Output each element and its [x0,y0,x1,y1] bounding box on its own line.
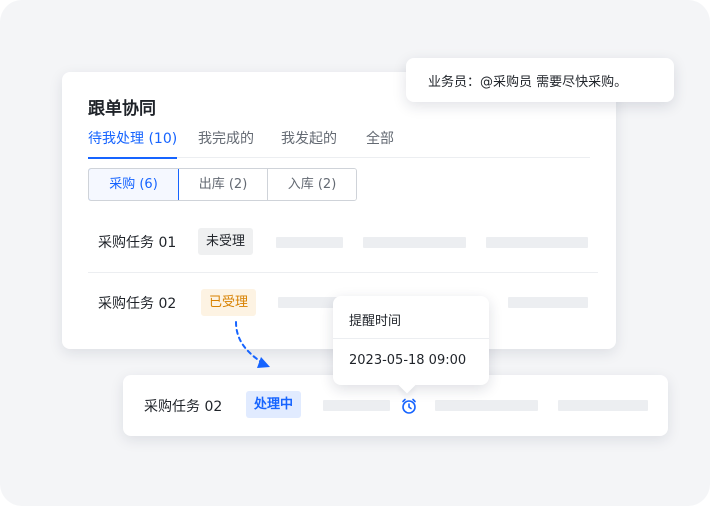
placeholder-bar [558,400,648,411]
tab-pending[interactable]: 待我处理 (10) [88,130,178,159]
task-name: 采购任务 02 [98,296,177,312]
message-text: 业务员：@采购员 需要尽快采购。 [428,75,628,90]
tab-bar: 待我处理 (10) 我完成的 我发起的 全部 [88,130,590,159]
placeholder-bar [435,400,538,411]
placeholder-bar [486,237,588,248]
tab-initiated[interactable]: 我发起的 [281,130,337,158]
panel-title: 跟单协同 [88,99,156,119]
task-name: 采购任务 01 [98,235,177,251]
filter-outbound[interactable]: 出库 (2) [178,169,267,200]
reminder-tooltip: 提醒时间 2023-05-18 09:00 [333,296,489,385]
tab-all[interactable]: 全部 [366,130,394,158]
task-name: 采购任务 02 [144,399,223,415]
reminder-time: 2023-05-18 09:00 [349,353,467,368]
status-badge: 已受理 [201,289,257,316]
task-row[interactable]: 采购任务 01 未受理 [88,222,598,262]
tooltip-divider [333,338,489,339]
dashed-arrow-icon [235,321,270,368]
alarm-clock-icon[interactable] [400,397,418,415]
filter-segmented-control: 采购 (6) 出库 (2) 入库 (2) [88,168,357,201]
placeholder-bar [278,297,338,308]
filter-purchase[interactable]: 采购 (6) [89,169,179,200]
placeholder-bar [323,400,390,411]
row-divider [88,272,598,273]
placeholder-bar [508,297,588,308]
tab-completed[interactable]: 我完成的 [198,130,254,158]
placeholder-bar [276,237,343,248]
message-bubble: 业务员：@采购员 需要尽快采购。 [406,58,674,102]
status-badge: 处理中 [246,391,302,418]
placeholder-bar [363,237,466,248]
filter-inbound[interactable]: 入库 (2) [267,169,356,200]
status-badge: 未受理 [198,228,254,255]
canvas-background: 跟单协同 待我处理 (10) 我完成的 我发起的 全部 采购 (6) 出库 (2… [0,0,710,506]
tooltip-title: 提醒时间 [349,314,402,329]
